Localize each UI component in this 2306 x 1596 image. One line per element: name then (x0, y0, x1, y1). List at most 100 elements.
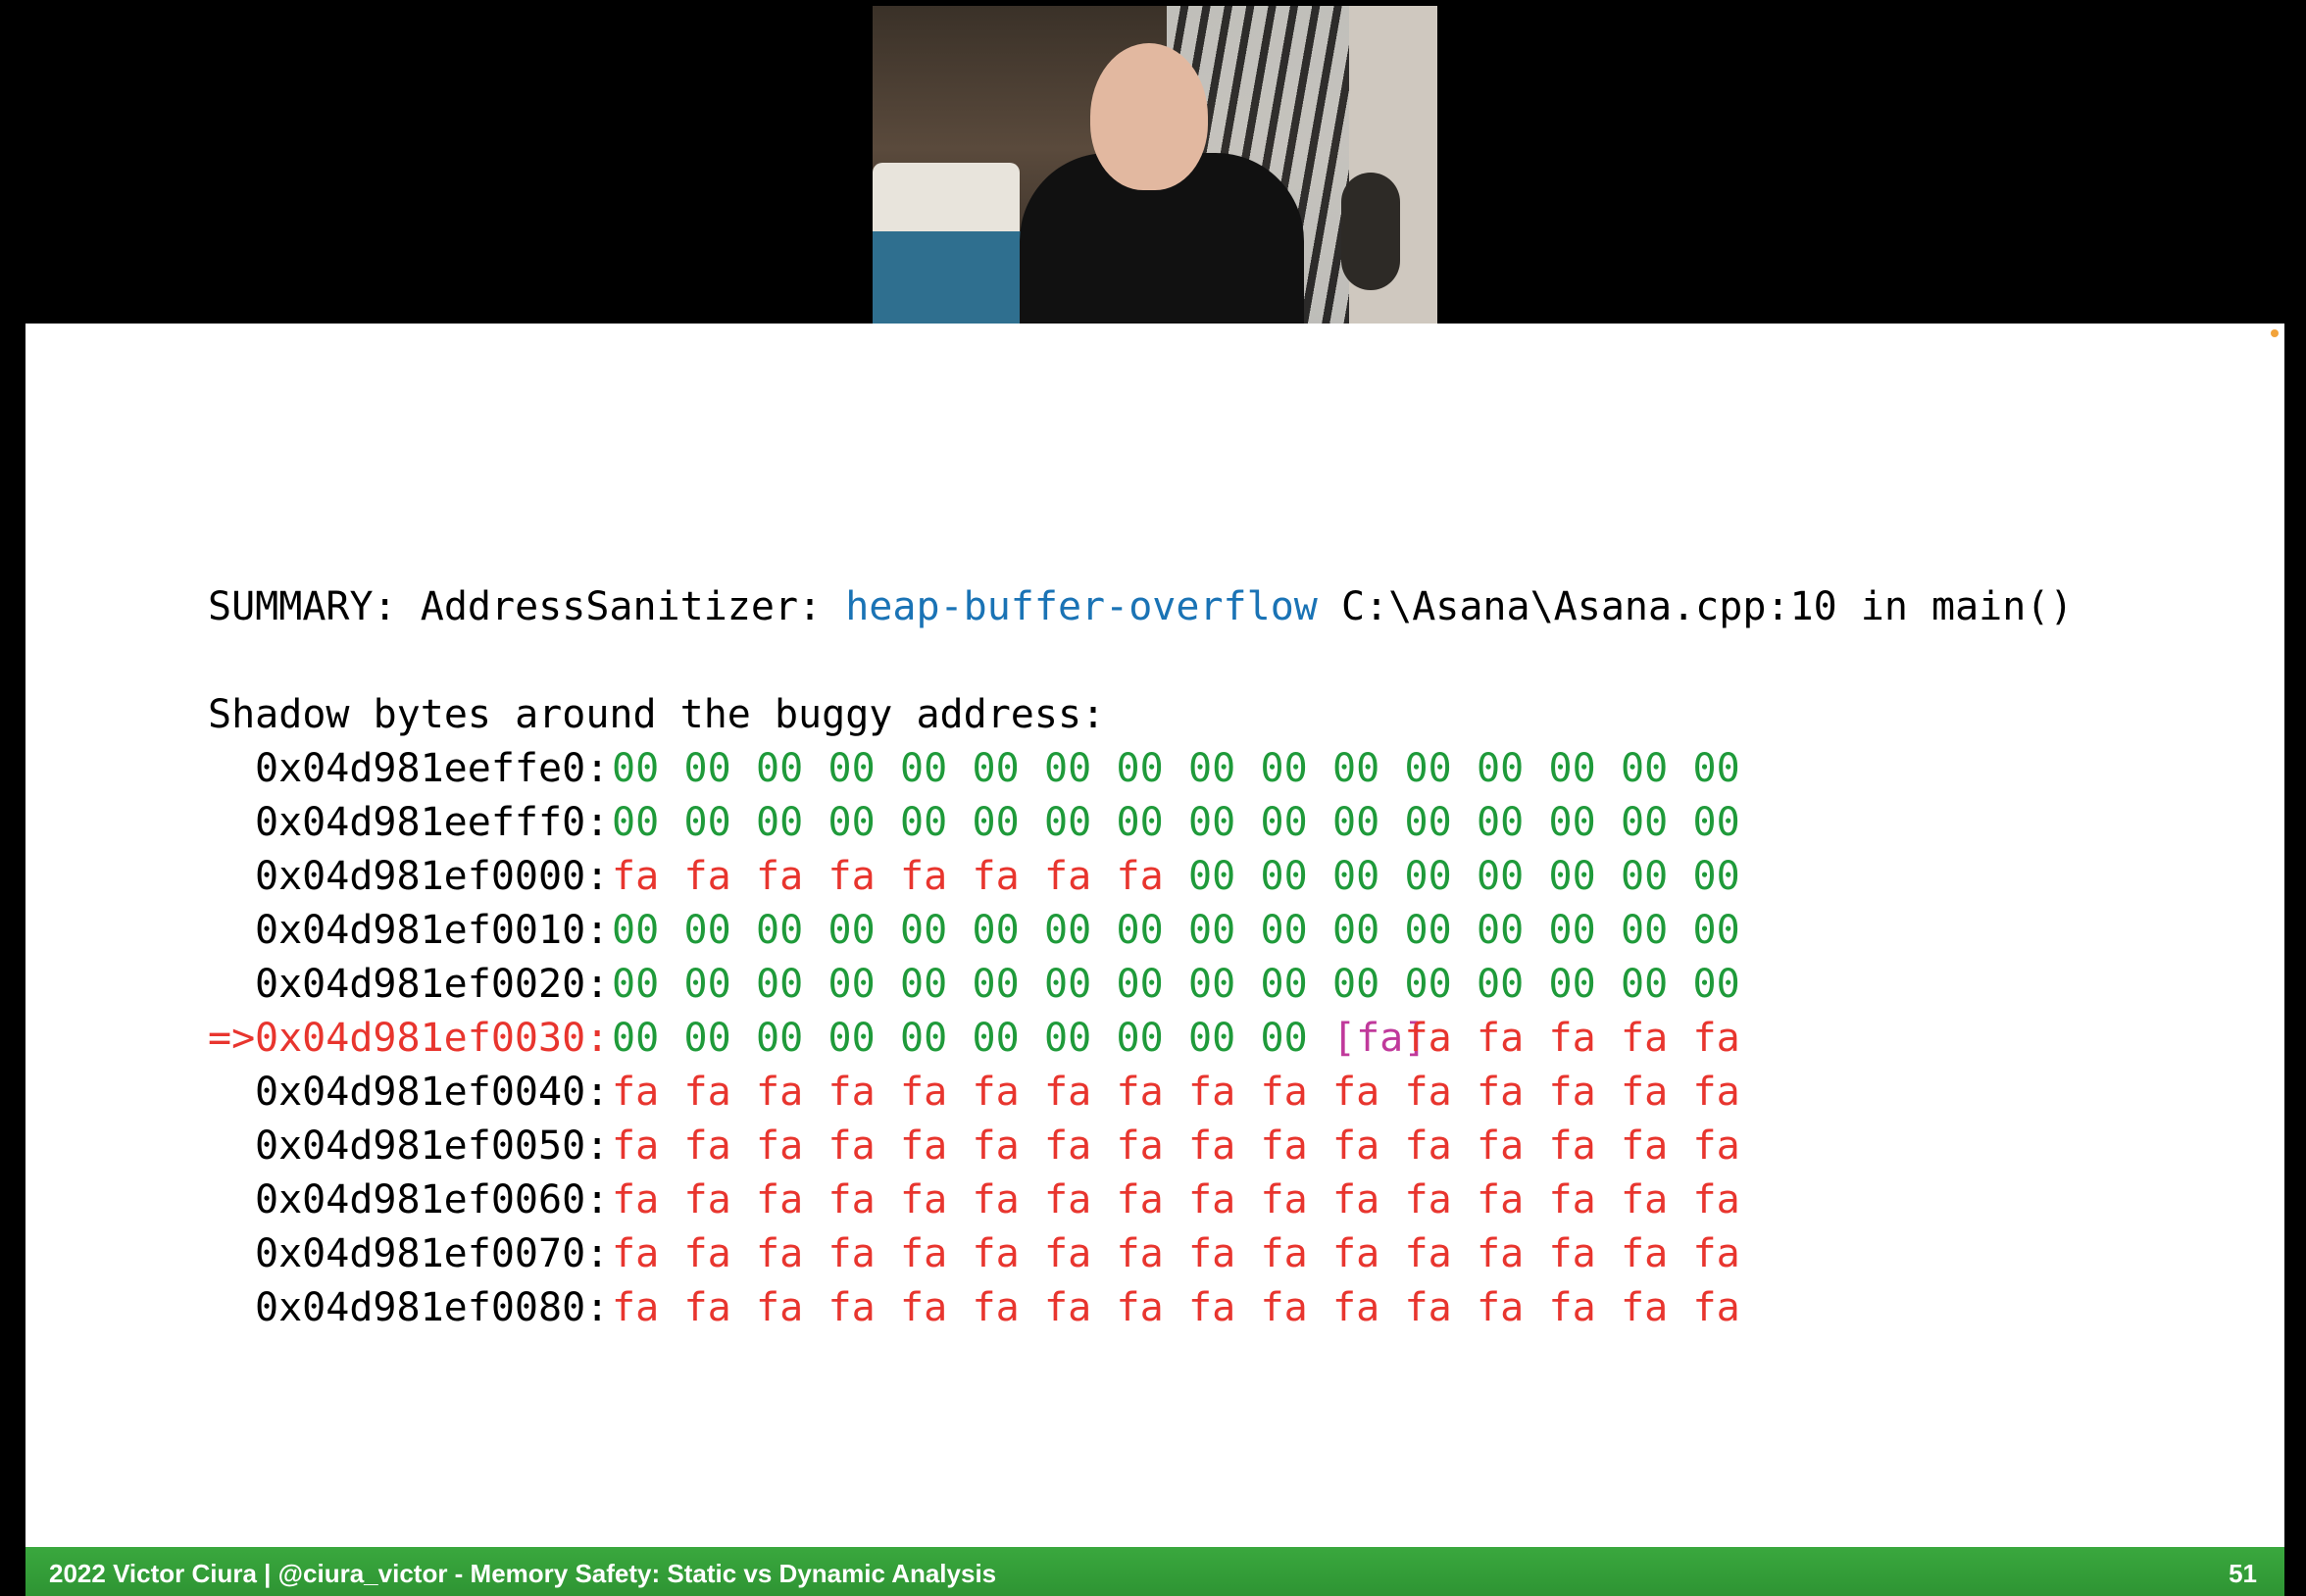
shadow-byte: fa (756, 1285, 804, 1330)
shadow-byte: 00 (756, 746, 804, 791)
shadow-byte: 00 (1404, 800, 1452, 845)
shadow-byte: 00 (1116, 800, 1164, 845)
shadow-byte: 00 (1188, 908, 1236, 953)
shadow-byte: 00 (683, 962, 731, 1007)
shadow-byte: fa (683, 1177, 731, 1222)
shadow-byte: fa (972, 854, 1020, 899)
shadow-byte: 00 (1404, 908, 1452, 953)
shadow-byte: 00 (1692, 962, 1740, 1007)
shadow-byte: 00 (1332, 854, 1380, 899)
shadow-byte: 00 (1116, 746, 1164, 791)
shadow-byte: 00 (756, 800, 804, 845)
shadow-bytes-table: 0x04d981eeffe0: 00 00 00 00 00 00 00 00 00 00 00 00 0… (208, 742, 1765, 1335)
current-row-marker (208, 1120, 255, 1173)
current-row-marker (208, 1281, 255, 1335)
shadow-byte: 00 (1477, 854, 1525, 899)
shadow-byte: fa (1044, 854, 1092, 899)
shadow-byte: fa (1404, 1285, 1452, 1330)
shadow-byte: fa (1477, 1016, 1525, 1061)
error-type: heap-buffer-overflow (845, 584, 1318, 629)
shadow-byte: 00 (1621, 908, 1669, 953)
shadow-byte: 00 (1188, 800, 1236, 845)
shadow-byte: 00 (1260, 1016, 1308, 1061)
shadow-byte: 00 (1621, 746, 1669, 791)
shadow-byte: fa (1044, 1070, 1092, 1115)
presenter-webcam-video (873, 6, 1437, 324)
shadow-byte: fa (1116, 1231, 1164, 1276)
shadow-byte: fa (612, 1177, 660, 1222)
shadow-byte: 00 (1260, 800, 1308, 845)
shadow-byte: fa (1260, 1177, 1308, 1222)
current-row-marker: => (208, 1016, 256, 1061)
shadow-byte: fa (612, 1070, 660, 1115)
shadow-row: 0x04d981ef0070: fa fa fa fa fa fa fa fa fa fa fa fa f… (208, 1227, 1765, 1281)
shadow-byte: fa (1260, 1070, 1308, 1115)
shadow-byte: fa (1188, 1285, 1236, 1330)
current-row-marker (208, 1066, 255, 1120)
shadow-byte: 00 (1116, 908, 1164, 953)
shadow-byte: fa (1044, 1231, 1092, 1276)
shadow-byte: fa (612, 1123, 660, 1169)
buggy-shadow-byte: [fa] (1332, 1016, 1428, 1061)
shadow-byte: 00 (1044, 800, 1092, 845)
shadow-byte: 00 (900, 1016, 948, 1061)
shadow-row: 0x04d981eefff0: 00 00 00 00 00 00 00 00 00 00 00 00 0… (208, 796, 1765, 850)
shadow-row: 0x04d981ef0020: 00 00 00 00 00 00 00 00 00 00 00 00 0… (208, 958, 1765, 1012)
error-location: C:\Asana\Asana.cpp:10 in main() (1317, 584, 2074, 629)
shadow-row: 0x04d981ef0050: fa fa fa fa fa fa fa fa fa fa fa fa f… (208, 1120, 1765, 1173)
shadow-byte: fa (756, 1231, 804, 1276)
shadow-byte: fa (1332, 1070, 1380, 1115)
shadow-byte: 00 (1477, 908, 1525, 953)
footer-credits: 2022 Victor Ciura | @ciura_victor - Memo… (49, 1559, 997, 1588)
shadow-byte: fa (1404, 1070, 1452, 1115)
shadow-byte: 00 (1332, 908, 1380, 953)
shadow-byte: 00 (1692, 854, 1740, 899)
shadow-byte: 00 (756, 962, 804, 1007)
shadow-row-address: 0x04d981ef0060: (255, 1177, 610, 1222)
shadow-byte: fa (1044, 1177, 1092, 1222)
shadow-byte: 00 (900, 962, 948, 1007)
shadow-byte: 00 (1404, 962, 1452, 1007)
shadow-byte: fa (1477, 1070, 1525, 1115)
shadow-byte: fa (1548, 1123, 1596, 1169)
shadow-byte: fa (1548, 1285, 1596, 1330)
shadow-byte: fa (1188, 1123, 1236, 1169)
shadow-row: 0x04d981ef0010: 00 00 00 00 00 00 00 00 00 00 00 00 0… (208, 904, 1765, 958)
shadow-byte: fa (683, 1285, 731, 1330)
shadow-byte: fa (1260, 1231, 1308, 1276)
shadow-byte: 00 (1116, 1016, 1164, 1061)
shadow-byte: 00 (1548, 800, 1596, 845)
shadow-byte: fa (827, 1285, 876, 1330)
shadow-byte: fa (900, 1070, 948, 1115)
shadow-byte: 00 (900, 800, 948, 845)
shadow-row-address: 0x04d981ef0070: (255, 1231, 610, 1276)
shadow-byte: fa (972, 1285, 1020, 1330)
shadow-byte: fa (1621, 1285, 1669, 1330)
shadow-byte: 00 (1548, 854, 1596, 899)
shadow-byte: fa (1188, 1231, 1236, 1276)
shadow-byte: fa (756, 1177, 804, 1222)
shadow-byte: fa (972, 1123, 1020, 1169)
shadow-byte: 00 (1260, 854, 1308, 899)
shadow-byte: 00 (1692, 746, 1740, 791)
shadow-byte: fa (900, 854, 948, 899)
shadow-byte: fa (827, 1231, 876, 1276)
shadow-bytes-title: Shadow bytes around the buggy address: (208, 692, 1106, 737)
shadow-byte: 00 (972, 800, 1020, 845)
shadow-byte: fa (1692, 1285, 1740, 1330)
shadow-byte: 00 (612, 908, 660, 953)
shadow-byte: 00 (1548, 908, 1596, 953)
shadow-byte: 00 (1621, 854, 1669, 899)
shadow-byte: fa (900, 1177, 948, 1222)
shadow-byte: 00 (827, 908, 876, 953)
shadow-byte: fa (1548, 1231, 1596, 1276)
current-row-marker (208, 904, 255, 958)
shadow-byte: 00 (1044, 1016, 1092, 1061)
shadow-byte: fa (900, 1285, 948, 1330)
current-row-marker (208, 850, 255, 904)
shadow-byte: fa (827, 1070, 876, 1115)
shadow-byte: fa (1621, 1123, 1669, 1169)
shadow-byte: fa (1548, 1070, 1596, 1115)
shadow-byte: 00 (756, 1016, 804, 1061)
shadow-byte: 00 (1332, 962, 1380, 1007)
